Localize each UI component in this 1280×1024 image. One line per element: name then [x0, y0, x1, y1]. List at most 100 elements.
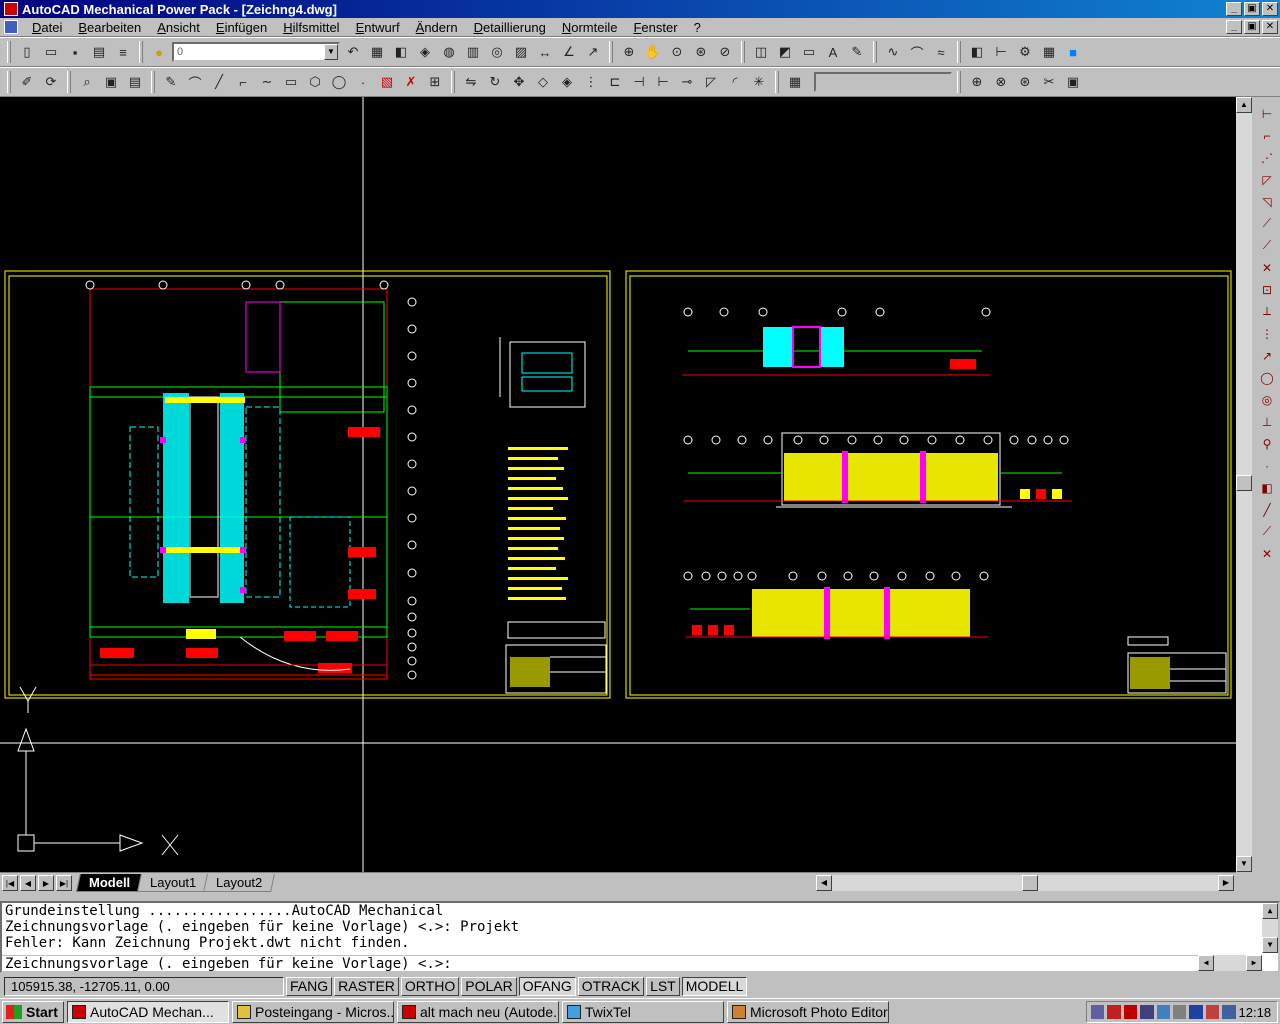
coordinate-readout[interactable]: 105915.38, -12705.11, 0.00 [4, 976, 284, 996]
extend-icon[interactable]: ⊢ [652, 71, 674, 93]
aligned-dim-icon[interactable]: ⌐ [1256, 125, 1278, 146]
assembly-icon[interactable]: ▦ [1038, 41, 1060, 63]
render-icon[interactable]: ▤ [124, 71, 146, 93]
scale-icon[interactable]: ◈ [556, 71, 578, 93]
toolbar-grip[interactable] [741, 41, 745, 63]
trim-icon[interactable]: ⊣ [628, 71, 650, 93]
diameter-dim-icon[interactable]: ⟋ [1256, 235, 1278, 256]
toggle-raster[interactable]: RASTER [334, 976, 399, 996]
angle-icon[interactable]: ∠ [558, 41, 580, 63]
stretch-icon[interactable]: ◇ [532, 71, 554, 93]
offset-icon[interactable]: ⊏ [604, 71, 626, 93]
bind-icon[interactable]: ▣ [1062, 71, 1084, 93]
tray-icon[interactable] [1140, 1005, 1154, 1019]
layers-icon[interactable]: ≡ [112, 41, 134, 63]
copy-icon[interactable]: ◫ [750, 41, 772, 63]
drawing-canvas[interactable] [0, 97, 1236, 872]
chamfer-icon[interactable]: ◸ [700, 71, 722, 93]
sketch-icon[interactable]: ✐ [16, 71, 38, 93]
toolbar-grip[interactable] [957, 41, 961, 63]
undo-icon[interactable]: ↶ [342, 41, 364, 63]
task-outlook[interactable]: Posteingang - Micros... [232, 1000, 394, 1023]
task-autodesk[interactable]: alt mach neu (Autode... [397, 1000, 559, 1023]
xref-icon[interactable]: ⊗ [990, 71, 1012, 93]
bulb-icon[interactable]: ● [148, 41, 170, 63]
task-autocad[interactable]: AutoCAD Mechan... [67, 1000, 229, 1023]
horizontal-scrollbar[interactable]: ◀ ▶ [816, 875, 1234, 891]
menu-datei[interactable]: Datei [24, 20, 70, 35]
dim-block-icon[interactable]: ◧ [1256, 477, 1278, 498]
tray-icon[interactable] [1156, 1005, 1170, 1019]
scroll-right-icon[interactable]: ▶ [1218, 875, 1234, 891]
zoom-in-icon[interactable]: ⊛ [690, 41, 712, 63]
document-icon[interactable] [4, 20, 18, 34]
database-icon[interactable]: ◍ [438, 41, 460, 63]
tray-icon[interactable] [1172, 1005, 1187, 1019]
vertical-scrollbar[interactable]: ▲ ▼ [1236, 97, 1252, 872]
array-icon[interactable]: ⋮ [580, 71, 602, 93]
circle-icon[interactable]: ◯ [328, 71, 350, 93]
shaft-icon[interactable]: ⊢ [990, 41, 1012, 63]
dim-delete-icon[interactable]: ✕ [1256, 543, 1278, 564]
command-field[interactable] [814, 72, 952, 92]
rectangle-icon[interactable]: ▭ [280, 71, 302, 93]
zoom-previous-icon[interactable]: ⊘ [714, 41, 736, 63]
restore-button[interactable]: ▣ [1244, 2, 1260, 16]
cmd-scroll-left-icon[interactable]: ◀ [1198, 955, 1214, 971]
center-mark-icon[interactable]: ⋮ [1256, 323, 1278, 344]
menu-hilfsmittel[interactable]: Hilfsmittel [275, 20, 347, 35]
first-tab-icon[interactable]: |◀ [2, 874, 18, 891]
command-hscrollbar[interactable]: ◀ ▶ [1198, 955, 1262, 971]
cmd-scroll-down-icon[interactable]: ▼ [1262, 937, 1278, 953]
pencil-icon[interactable]: ✎ [160, 71, 182, 93]
mirror-icon[interactable]: ⇋ [460, 71, 482, 93]
menu-help[interactable]: ? [686, 20, 709, 35]
next-tab-icon[interactable]: ▶ [38, 874, 54, 891]
chevron-down-icon[interactable]: ▼ [324, 44, 338, 60]
dim-style-icon[interactable]: ◎ [1256, 389, 1278, 410]
tab-layout1[interactable]: Layout1 [137, 873, 210, 892]
close-button[interactable]: ✕ [1262, 2, 1278, 16]
polyline-icon[interactable]: ⌐ [232, 71, 254, 93]
toggle-otrack[interactable]: OTRACK [577, 976, 645, 996]
design-center-icon[interactable]: ◧ [390, 41, 412, 63]
new-file-icon[interactable]: ▯ [16, 41, 38, 63]
point-icon[interactable]: · [352, 71, 374, 93]
menu-normteile[interactable]: Normteile [554, 20, 626, 35]
menu-aendern[interactable]: Ändern [408, 20, 466, 35]
dim-point-icon[interactable]: · [1256, 455, 1278, 476]
leader-dim-icon[interactable]: ⊡ [1256, 279, 1278, 300]
explode-icon[interactable]: ✳ [748, 71, 770, 93]
toolbar-grip[interactable] [609, 41, 613, 63]
erase-icon[interactable]: ✗ [400, 71, 422, 93]
scroll-thumb[interactable] [1236, 475, 1252, 491]
doc-close-button[interactable]: ✕ [1262, 20, 1278, 34]
properties-match-icon[interactable]: ▦ [784, 71, 806, 93]
tray-icon[interactable] [1222, 1005, 1236, 1019]
toolbar-grip[interactable] [451, 71, 455, 93]
gear-icon[interactable]: ⚙ [1014, 41, 1036, 63]
find-icon[interactable]: ◎ [486, 41, 508, 63]
clip-icon[interactable]: ✂ [1038, 71, 1060, 93]
pan-icon[interactable]: ✋ [642, 41, 664, 63]
toggle-lst[interactable]: LST [646, 976, 680, 996]
toolbar-grip[interactable] [151, 71, 155, 93]
toggle-ofang[interactable]: OFANG [518, 976, 576, 996]
doc-restore-button[interactable]: ▣ [1244, 20, 1260, 34]
tolerance-icon[interactable]: ⟂ [1256, 301, 1278, 322]
autocad-app-icon[interactable] [4, 2, 18, 16]
menu-entwurf[interactable]: Entwurf [348, 20, 408, 35]
tray-icon[interactable] [1091, 1005, 1105, 1019]
toggle-fang[interactable]: FANG [286, 976, 333, 996]
dimension-icon[interactable]: ↔ [534, 41, 556, 63]
fillet-icon[interactable]: ◜ [724, 71, 746, 93]
zoom-realtime-icon[interactable]: ⊕ [618, 41, 640, 63]
move-icon[interactable]: ✥ [508, 71, 530, 93]
layer-dropdown[interactable]: 0 ▼ [172, 42, 340, 62]
start-button[interactable]: Start [2, 1000, 64, 1023]
menu-detaillierung[interactable]: Detaillierung [466, 20, 554, 35]
surface-icon[interactable]: ∿ [882, 41, 904, 63]
dim-override-icon[interactable]: ⚲ [1256, 433, 1278, 454]
edit-text-icon[interactable]: ✎ [846, 41, 868, 63]
zoom-window-icon[interactable]: ⊙ [666, 41, 688, 63]
